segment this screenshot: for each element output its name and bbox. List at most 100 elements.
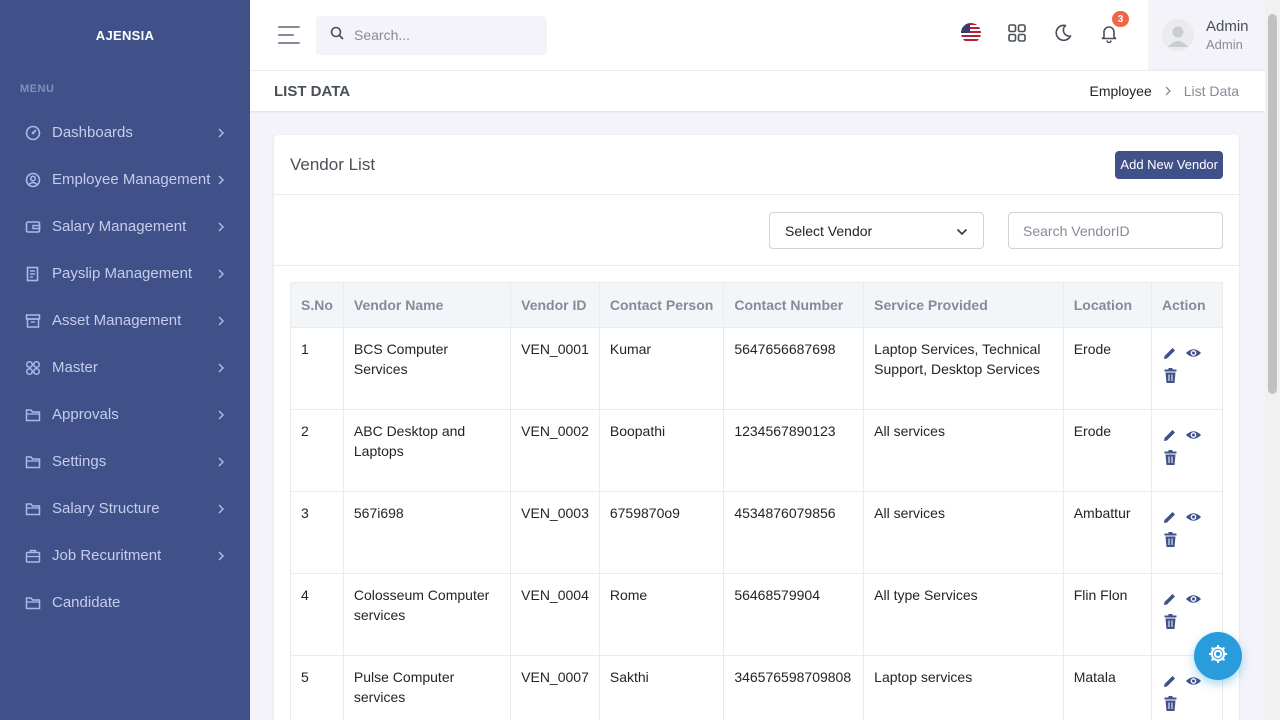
sidebar-item-label: Salary Management xyxy=(52,218,187,235)
sidebar-item-dashboards[interactable]: Dashboards xyxy=(0,109,250,156)
chevron-right-icon xyxy=(216,127,226,138)
view-eye-icon[interactable] xyxy=(1185,672,1202,689)
topbar-actions: 3 Admin Admin xyxy=(948,0,1265,70)
breadcrumb-parent[interactable]: Employee xyxy=(1089,83,1151,99)
cell-action xyxy=(1150,327,1224,410)
brand-logo[interactable]: AJENSIA xyxy=(0,0,250,70)
select-vendor-value: Select Vendor xyxy=(785,222,873,239)
sidebar-item-approvals[interactable]: Approvals xyxy=(0,391,250,438)
col-sno: S.No xyxy=(290,282,344,328)
document-icon xyxy=(24,265,42,283)
user-menu[interactable]: Admin Admin xyxy=(1148,0,1265,70)
cell-vendor-name: 567i698 xyxy=(342,491,512,574)
table-row: 3 567i698 VEN_0003 6759870o9 45348760798… xyxy=(290,491,1224,574)
edit-pencil-icon[interactable] xyxy=(1162,508,1179,525)
vendor-table: S.No Vendor Name Vendor ID Contact Perso… xyxy=(290,282,1224,720)
notifications-button[interactable]: 3 xyxy=(1086,0,1132,70)
vendor-list-card: Vendor List Add New Vendor Select Vendor… xyxy=(274,135,1239,720)
cell-location: Erode xyxy=(1062,409,1152,492)
folder-icon xyxy=(24,453,42,471)
sidebar-item-asset-management[interactable]: Asset Management xyxy=(0,297,250,344)
apps-grid-button[interactable] xyxy=(994,0,1040,70)
cell-action xyxy=(1150,491,1224,574)
sidebar: AJENSIA MENU Dashboards Employee Managem… xyxy=(0,0,250,720)
sidebar-item-job-recuritment[interactable]: Job Recuritment xyxy=(0,532,250,579)
folder-icon xyxy=(24,500,42,518)
breadcrumb: Employee List Data xyxy=(1089,83,1239,99)
cell-vendor-name: Pulse Computer services xyxy=(342,655,512,720)
delete-trash-icon[interactable] xyxy=(1162,695,1179,712)
search-input[interactable] xyxy=(354,27,534,43)
menu-title: MENU xyxy=(20,83,55,95)
hamburger-menu-icon[interactable] xyxy=(278,26,300,44)
search-vendorid-input[interactable] xyxy=(1008,212,1223,249)
sidebar-item-label: Dashboards xyxy=(52,124,133,141)
sidebar-item-candidate[interactable]: Candidate xyxy=(0,579,250,626)
view-eye-icon[interactable] xyxy=(1185,590,1202,607)
view-eye-icon[interactable] xyxy=(1185,344,1202,361)
apps-icon xyxy=(24,359,42,377)
cell-location: Erode xyxy=(1062,327,1152,410)
chevron-right-icon xyxy=(216,503,226,514)
cell-contact-number: 56468579904 xyxy=(723,573,865,656)
cell-service-provided: Laptop Services, Technical Support, Desk… xyxy=(863,327,1064,410)
cell-contact-person: Rome xyxy=(598,573,725,656)
sidebar-item-employee-management[interactable]: Employee Management xyxy=(0,156,250,203)
chevron-right-icon xyxy=(216,268,226,279)
avatar xyxy=(1162,19,1194,51)
card-header: Vendor List Add New Vendor xyxy=(274,135,1239,195)
cell-contact-person: Kumar xyxy=(598,327,725,410)
edit-pencil-icon[interactable] xyxy=(1162,590,1179,607)
cell-vendor-name: Colosseum Computer services xyxy=(342,573,512,656)
page-title-bar: LIST DATA Employee List Data xyxy=(250,70,1265,111)
chevron-right-icon xyxy=(216,221,226,232)
language-flag-button[interactable] xyxy=(948,0,994,70)
delete-trash-icon[interactable] xyxy=(1162,367,1179,384)
cell-contact-number: 1234567890123 xyxy=(723,409,865,492)
sidebar-item-label: Candidate xyxy=(52,594,121,611)
chevron-right-icon xyxy=(216,550,226,561)
scrollbar-thumb[interactable] xyxy=(1268,14,1277,394)
cell-contact-number: 4534876079856 xyxy=(723,491,865,574)
view-eye-icon[interactable] xyxy=(1185,508,1202,525)
delete-trash-icon[interactable] xyxy=(1162,531,1179,548)
cell-service-provided: All type Services xyxy=(863,573,1064,656)
us-flag-icon xyxy=(960,22,982,49)
sidebar-item-master[interactable]: Master xyxy=(0,344,250,391)
breadcrumb-separator-icon xyxy=(1164,84,1172,99)
sidebar-item-settings[interactable]: Settings xyxy=(0,438,250,485)
view-eye-icon[interactable] xyxy=(1185,426,1202,443)
search-icon xyxy=(330,26,344,45)
dark-mode-toggle[interactable] xyxy=(1040,0,1086,70)
page-scrollbar[interactable] xyxy=(1265,0,1280,720)
add-new-vendor-button[interactable]: Add New Vendor xyxy=(1115,150,1223,179)
delete-trash-icon[interactable] xyxy=(1162,613,1179,630)
gear-icon xyxy=(1207,643,1229,670)
edit-pencil-icon[interactable] xyxy=(1162,426,1179,443)
chevron-down-icon xyxy=(956,223,968,239)
sidebar-item-salary-structure[interactable]: Salary Structure xyxy=(0,485,250,532)
table-row: 4 Colosseum Computer services VEN_0004 R… xyxy=(290,573,1224,656)
sidebar-item-salary-management[interactable]: Salary Management xyxy=(0,203,250,250)
col-service-provided: Service Provided xyxy=(863,282,1064,328)
col-vendor-id: Vendor ID xyxy=(510,282,600,328)
user-circle-icon xyxy=(24,171,42,189)
user-role: Admin xyxy=(1206,37,1243,52)
col-contact-number: Contact Number xyxy=(723,282,865,328)
cell-service-provided: Laptop services xyxy=(863,655,1064,720)
edit-pencil-icon[interactable] xyxy=(1162,344,1179,361)
notification-badge: 3 xyxy=(1112,11,1129,27)
sidebar-item-label: Job Recuritment xyxy=(52,547,162,564)
sidebar-item-payslip-management[interactable]: Payslip Management xyxy=(0,250,250,297)
sidebar-item-label: Employee Management xyxy=(52,171,211,188)
table-row: 5 Pulse Computer services VEN_0007 Sakth… xyxy=(290,655,1224,720)
delete-trash-icon[interactable] xyxy=(1162,449,1179,466)
cell-service-provided: All services xyxy=(863,409,1064,492)
select-vendor-dropdown[interactable]: Select Vendor xyxy=(769,212,984,249)
folder-icon xyxy=(24,594,42,612)
edit-pencil-icon[interactable] xyxy=(1162,672,1179,689)
customizer-settings-button[interactable] xyxy=(1194,632,1242,680)
col-action: Action xyxy=(1150,282,1224,328)
cell-contact-person: 6759870o9 xyxy=(598,491,725,574)
cell-location: Matala xyxy=(1062,655,1152,720)
